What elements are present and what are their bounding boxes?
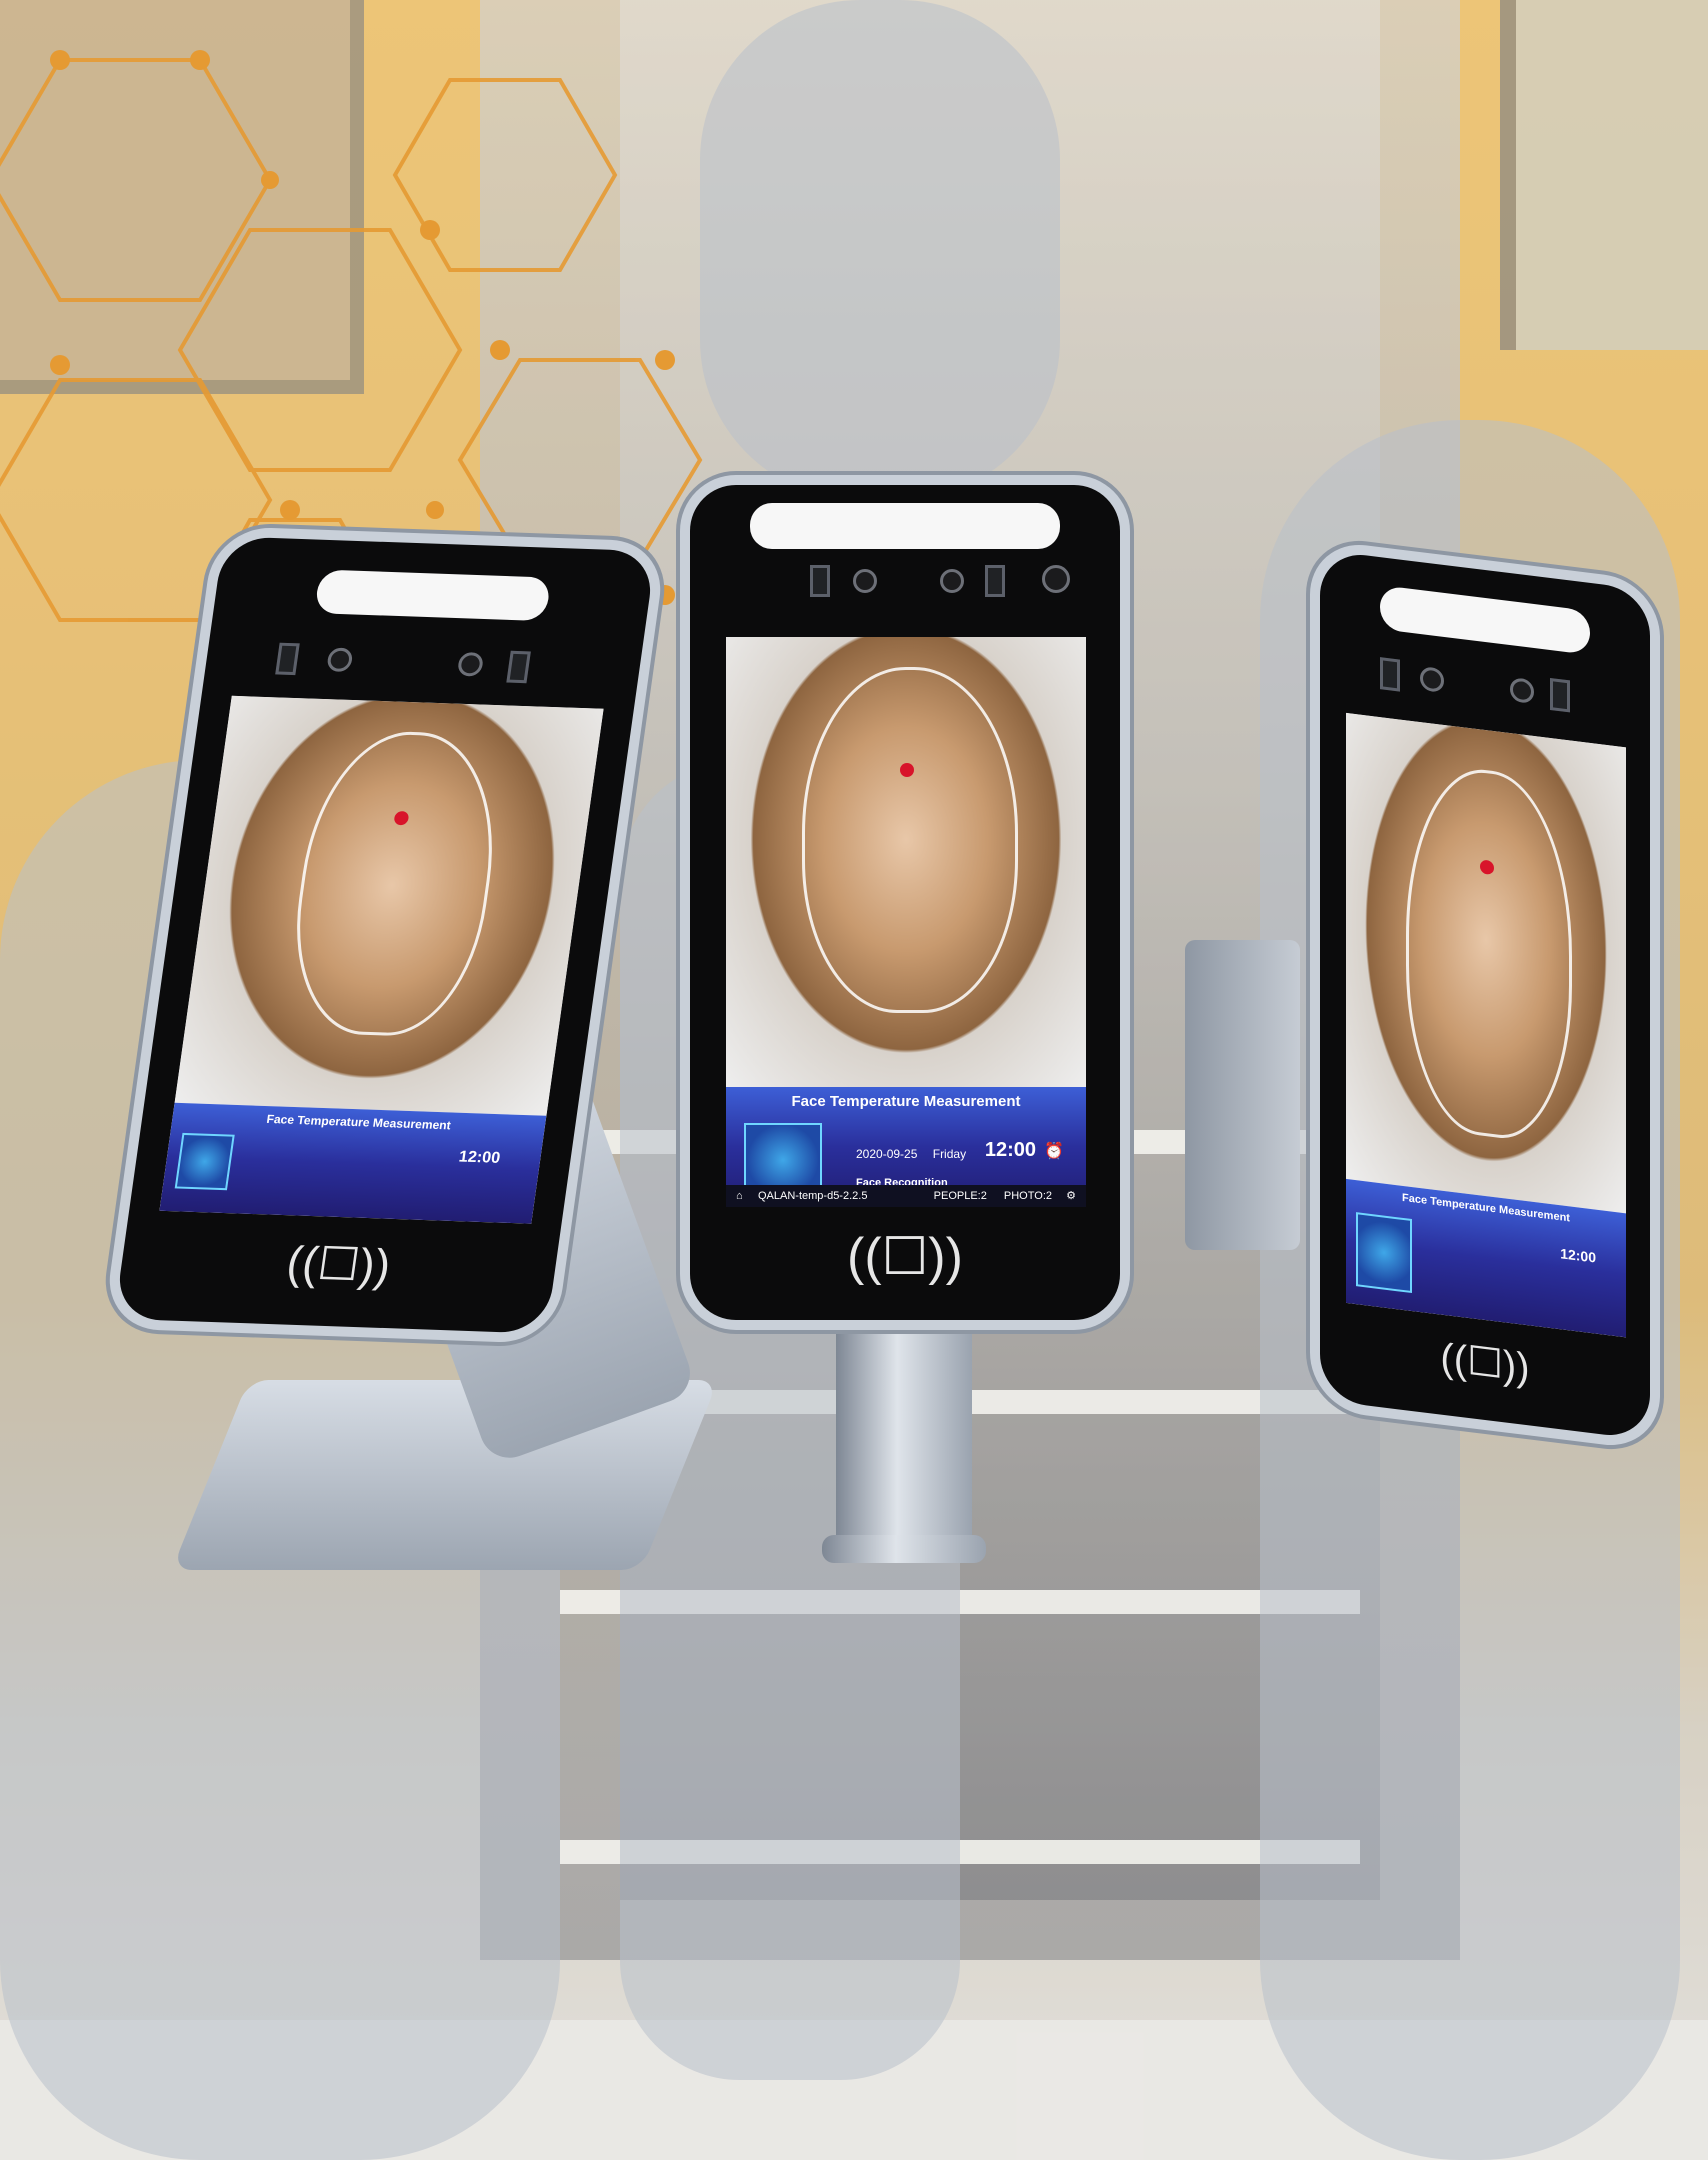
counters: PEOPLE:2 PHOTO:2 [934, 1185, 1052, 1207]
screen: Face Temperature Measurement 2020-09-25 … [726, 637, 1086, 1207]
wall-mount-bracket [1185, 940, 1300, 1250]
clock-time: 12:00 [457, 1148, 502, 1167]
light-sensor [1042, 565, 1070, 593]
camera-lens [1380, 657, 1400, 692]
alarm-clock-icon: ⏰ [1044, 1143, 1064, 1161]
sensor [940, 569, 964, 593]
light-bar [314, 569, 552, 622]
device-right: Face Temperature Measurement 12:00 ((☐)) [1320, 549, 1650, 1441]
pole-collar [822, 1535, 986, 1563]
face-id-icon [174, 1132, 235, 1191]
info-panel: Face Temperature Measurement 2020-09-25 … [726, 1087, 1086, 1207]
date: 2020-09-25 [856, 1147, 918, 1162]
light-bar [750, 503, 1060, 549]
status-footer: ⌂ QALAN-temp-d5-2.2.5 PEOPLE:2 PHOTO:2 ⚙ [726, 1185, 1086, 1207]
photo-count: PHOTO:2 [1003, 1190, 1052, 1202]
camera-lens [985, 565, 1005, 597]
weekday: Friday [932, 1147, 967, 1162]
info-panel: Face Temperature Measurement 12:00 [159, 1102, 547, 1224]
screen: Face Temperature Measurement 12:00 [1346, 712, 1626, 1338]
screen: Face Temperature Measurement 12:00 [159, 695, 604, 1224]
clock-time: 12:00 [1560, 1245, 1596, 1266]
people-count: PEOPLE:2 [933, 1190, 987, 1202]
device-pole [836, 1320, 972, 1550]
clock-time: 12:00 [984, 1139, 1036, 1162]
date-display: 2020-09-25 Friday [856, 1147, 966, 1161]
camera-lens [1550, 677, 1570, 713]
device-center: Face Temperature Measurement 2020-09-25 … [690, 485, 1120, 1320]
camera-lens [810, 565, 830, 597]
temperature-dot [900, 763, 914, 777]
sensor [853, 569, 877, 593]
panel-title: Face Temperature Measurement [791, 1093, 1021, 1111]
firmware-version: QALAN-temp-d5-2.2.5 [758, 1190, 868, 1202]
contactless-card-icon: ((☐)) [283, 1236, 394, 1292]
face-detection-outline [802, 667, 1018, 1013]
gear-icon: ⚙ [1066, 1190, 1076, 1202]
face-id-icon [1356, 1212, 1412, 1294]
contactless-card-icon: ((☐)) [847, 1228, 963, 1286]
home-icon: ⌂ [736, 1190, 743, 1202]
